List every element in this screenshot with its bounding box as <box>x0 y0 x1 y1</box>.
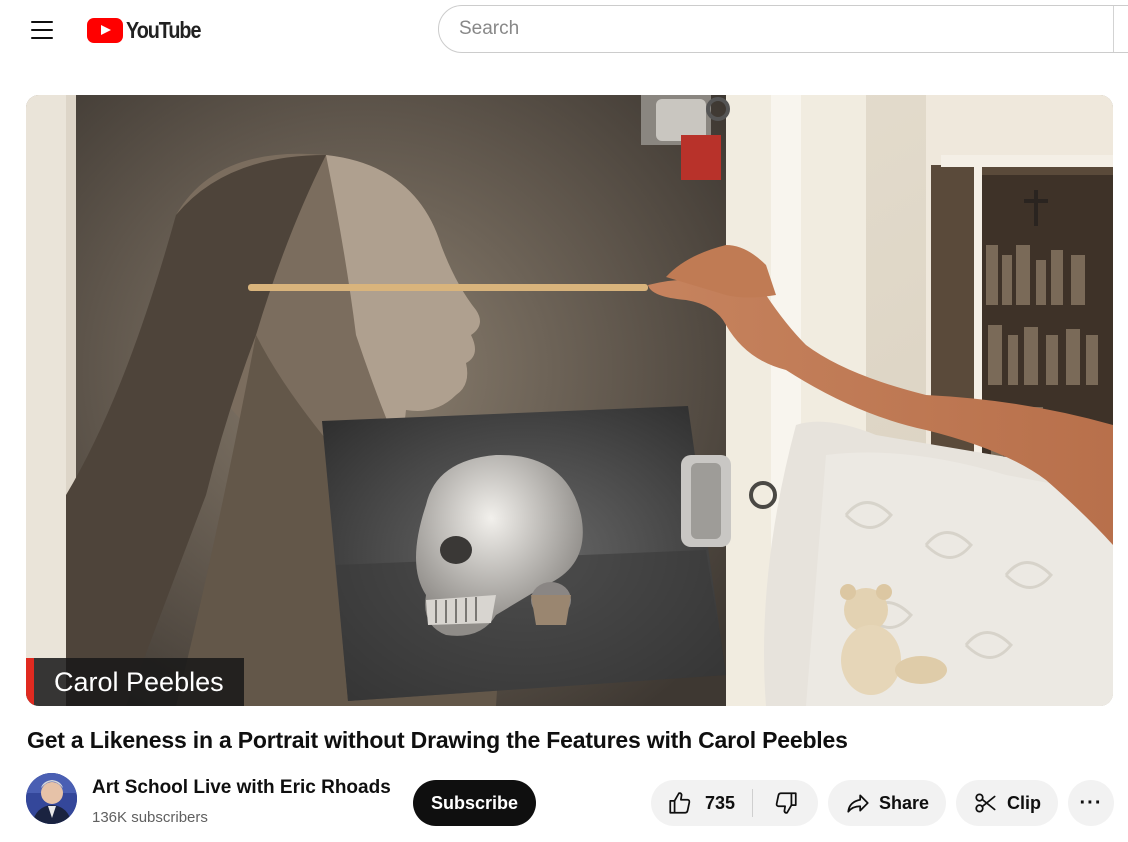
lower-third-name: Carol Peebles <box>26 658 244 706</box>
menu-bar <box>31 29 53 31</box>
menu-bar <box>31 21 53 23</box>
more-actions-button[interactable]: ··· <box>1068 780 1114 826</box>
dislike-button[interactable] <box>753 780 818 826</box>
scissors-icon <box>975 793 996 813</box>
channel-name[interactable]: Art School Live with Eric Rhoads <box>92 777 391 799</box>
like-count: 735 <box>705 792 736 813</box>
clip-label: Clip <box>1007 792 1041 813</box>
clip-button[interactable]: Clip <box>956 780 1058 826</box>
youtube-logo[interactable]: YouTube <box>87 17 213 43</box>
menu-icon[interactable] <box>22 13 62 47</box>
video-player[interactable]: Carol Peebles <box>26 95 1113 706</box>
search-input[interactable] <box>459 6 1099 52</box>
video-title: Get a Likeness in a Portrait without Dra… <box>27 727 848 753</box>
subscriber-count: 136K subscribers <box>92 809 208 826</box>
search-box <box>438 5 1128 53</box>
subscribe-button[interactable]: Subscribe <box>413 780 536 826</box>
channel-avatar[interactable] <box>26 773 77 824</box>
more-horizontal-icon: ··· <box>1079 791 1103 814</box>
search-divider <box>1113 6 1114 52</box>
thumbs-down-icon <box>775 792 797 814</box>
share-label: Share <box>878 792 930 813</box>
like-dislike-group: 735 <box>651 780 818 826</box>
youtube-play-icon <box>87 17 123 43</box>
presenter-name: Carol Peebles <box>54 666 224 697</box>
like-button[interactable]: 735 <box>651 780 752 826</box>
video-frame <box>26 95 1113 706</box>
logo-text: YouTube <box>126 16 201 43</box>
thumbs-up-icon <box>669 792 691 814</box>
masthead: YouTube <box>0 0 1128 60</box>
share-arrow-icon <box>847 794 869 813</box>
menu-bar <box>31 37 53 39</box>
avatar-image <box>26 773 77 824</box>
share-button[interactable]: Share <box>828 780 946 826</box>
